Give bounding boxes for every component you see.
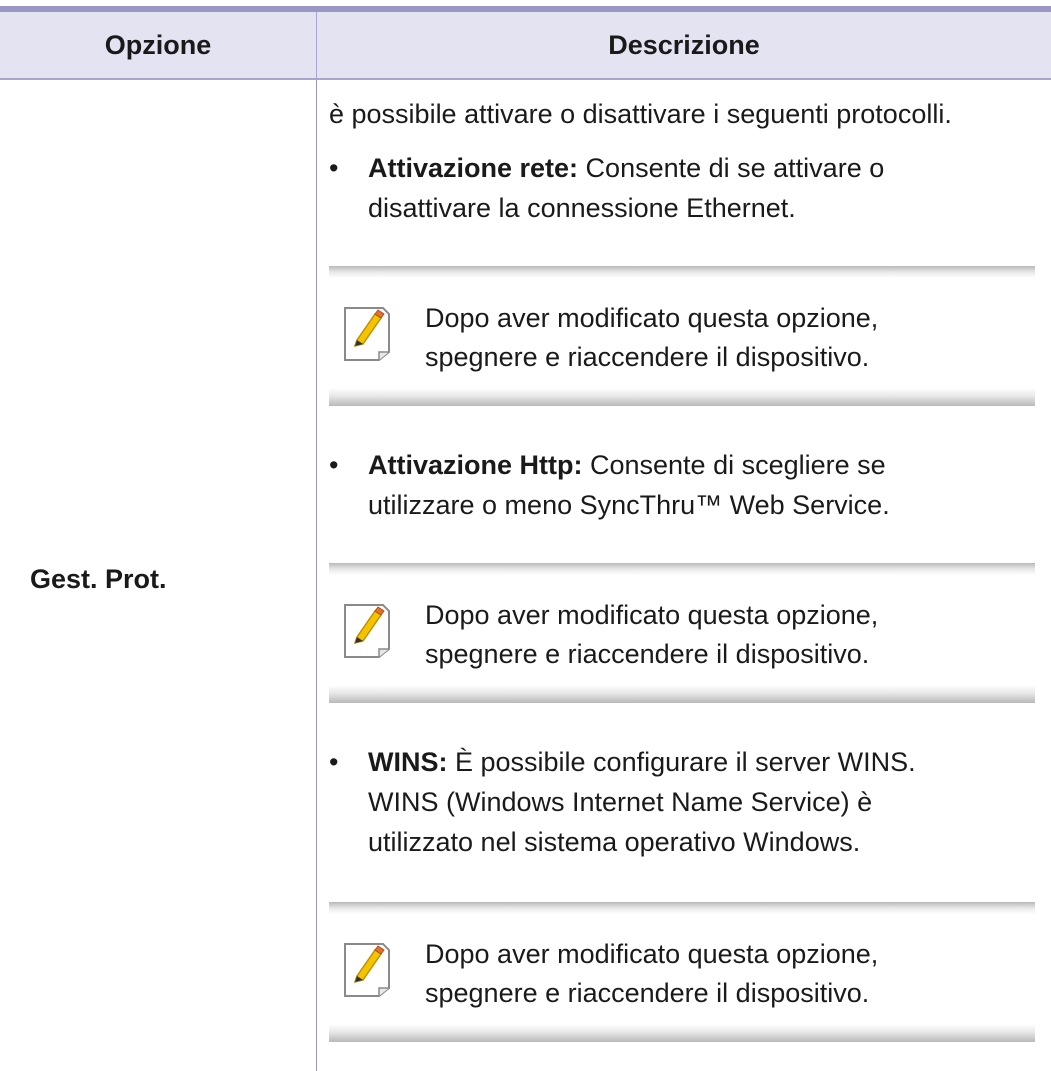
note-box: Dopo aver modificato questa opzione, spe…	[329, 563, 1035, 703]
note-line-2: spegnere e riaccendere il dispositivo.	[425, 639, 870, 669]
note-text: Dopo aver modificato questa opzione, spe…	[425, 935, 878, 1013]
note-line-1: Dopo aver modificato questa opzione,	[425, 303, 879, 333]
note-pencil-icon	[344, 307, 390, 361]
item-desc-line2: WINS (Windows Internet Name Service) è	[368, 787, 873, 817]
item-term: Attivazione Http:	[368, 450, 583, 480]
bullet-icon: •	[329, 450, 339, 480]
note-line-1: Dopo aver modificato questa opzione,	[425, 939, 879, 969]
item-desc: Consente di se attivare o	[578, 153, 885, 183]
item-desc: Consente di scegliere se	[582, 450, 886, 480]
list-item-text: Attivazione rete: Consente di se attivar…	[368, 148, 1019, 228]
header-description: Descrizione	[608, 29, 760, 60]
list-item: • WINS: È possibile configurare il serve…	[329, 742, 1019, 862]
note-pencil-icon	[344, 943, 390, 997]
description-intro: è possibile attivare o disattivare i seg…	[329, 99, 952, 129]
item-term: Attivazione rete:	[368, 153, 579, 183]
note-box: Dopo aver modificato questa opzione, spe…	[329, 266, 1035, 406]
note-line-1: Dopo aver modificato questa opzione,	[425, 600, 879, 630]
item-desc-line2: disattivare la connessione Ethernet.	[368, 193, 796, 223]
list-item: • Attivazione rete: Consente di se attiv…	[329, 148, 1019, 228]
list-item-text: Attivazione Http: Consente di scegliere …	[368, 445, 1019, 525]
column-divider	[316, 80, 317, 1071]
options-table: Opzione Descrizione Gest. Prot. è possib…	[0, 0, 1051, 1071]
note-line-2: spegnere e riaccendere il dispositivo.	[425, 342, 870, 372]
item-term: WINS:	[368, 747, 448, 777]
bullet-icon: •	[329, 153, 339, 183]
note-line-2: spegnere e riaccendere il dispositivo.	[425, 978, 870, 1008]
note-text: Dopo aver modificato questa opzione, spe…	[425, 596, 878, 674]
table-header: Opzione Descrizione	[0, 12, 1051, 80]
note-pencil-icon	[344, 604, 390, 658]
bullet-icon: •	[329, 747, 339, 777]
note-box: Dopo aver modificato questa opzione, spe…	[329, 902, 1035, 1042]
note-text: Dopo aver modificato questa opzione, spe…	[425, 299, 878, 377]
item-desc: È possibile configurare il server WINS.	[447, 747, 916, 777]
list-item-text: WINS: È possibile configurare il server …	[368, 742, 1019, 862]
option-name: Gest. Prot.	[30, 564, 167, 594]
header-option: Opzione	[104, 29, 212, 60]
list-item: • Attivazione Http: Consente di sceglier…	[329, 445, 1019, 525]
item-desc-line3: utilizzato nel sistema operativo Windows…	[368, 827, 861, 857]
item-desc-line2: utilizzare o meno SyncThru™ Web Service.	[368, 490, 890, 520]
